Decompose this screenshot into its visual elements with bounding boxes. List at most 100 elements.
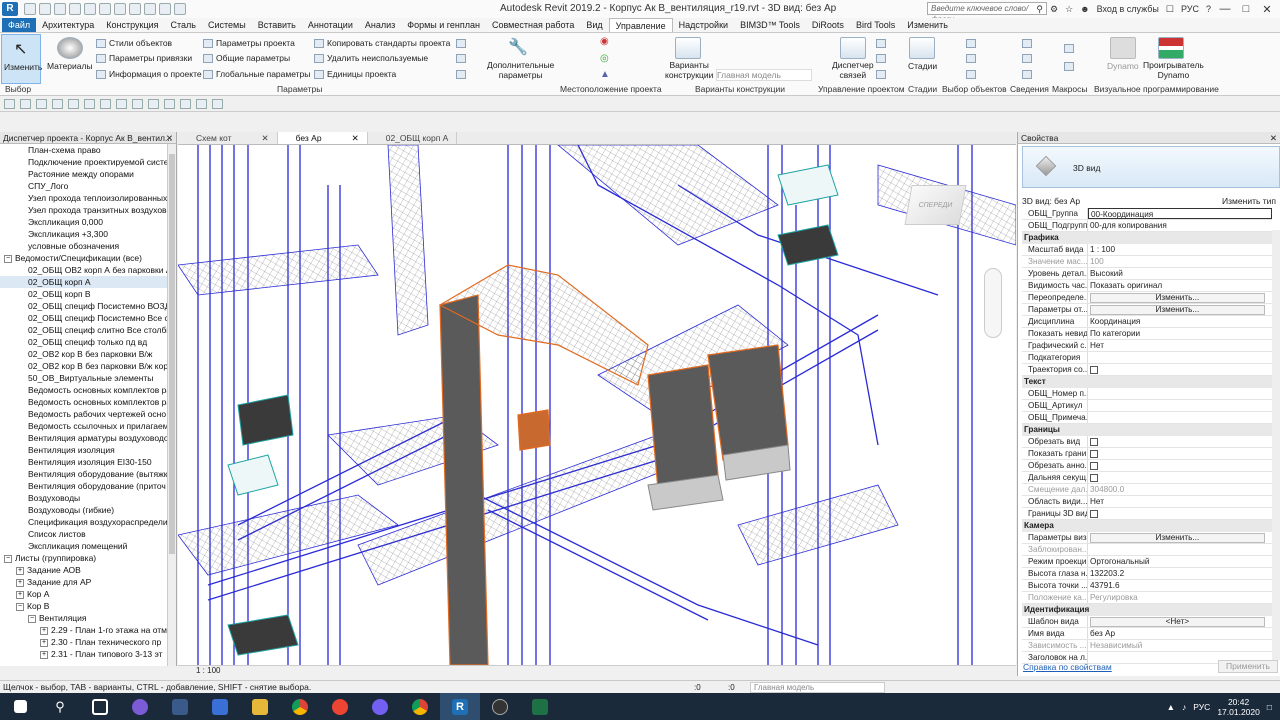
tree-item[interactable]: +2.29 - План 1-го этажа на отм bbox=[0, 624, 168, 636]
property-checkbox[interactable] bbox=[1090, 365, 1098, 374]
design-options-icon[interactable] bbox=[675, 37, 701, 59]
tree-item[interactable]: Воздуховоды (гибкие) bbox=[0, 504, 168, 516]
tree-item[interactable]: 50_ОВ_Виртуальные элементы bbox=[0, 372, 168, 384]
property-value[interactable]: Изменить... bbox=[1088, 304, 1272, 315]
active-model-select[interactable]: Главная модель bbox=[750, 682, 885, 693]
task-view-button[interactable] bbox=[80, 693, 120, 720]
transfer-icon[interactable] bbox=[456, 38, 469, 49]
tree-item[interactable]: условные обозначения bbox=[0, 240, 168, 252]
close-icon[interactable]: ✕ bbox=[1270, 132, 1277, 143]
modify-button[interactable]: ↖ Изменить bbox=[1, 34, 42, 84]
tree-item[interactable]: СПУ_Лого bbox=[0, 180, 168, 192]
params-list-icon[interactable] bbox=[456, 69, 469, 80]
redo-icon[interactable] bbox=[84, 3, 96, 15]
tree-item[interactable]: + Кор А bbox=[0, 588, 168, 600]
subscription-icon[interactable]: ⚙ bbox=[1050, 4, 1058, 15]
close-button[interactable]: ✕ bbox=[1260, 3, 1274, 16]
dynamo-player-icon[interactable] bbox=[1158, 37, 1184, 59]
property-edit-button[interactable]: Изменить... bbox=[1090, 305, 1265, 315]
location-icon[interactable]: ◉ bbox=[600, 36, 609, 47]
tab-massing[interactable]: Формы и генплан bbox=[401, 18, 486, 32]
close-icon[interactable]: ✕ bbox=[166, 132, 173, 143]
star-icon[interactable]: ☆ bbox=[1065, 4, 1073, 15]
tree-item[interactable]: Экспликация 0,000 bbox=[0, 216, 168, 228]
tab-structure[interactable]: Конструкция bbox=[100, 18, 164, 32]
property-value[interactable] bbox=[1088, 460, 1272, 471]
property-value[interactable]: Показать оригинал bbox=[1088, 280, 1272, 291]
property-section[interactable]: Графика bbox=[1022, 232, 1272, 244]
property-value[interactable]: Независимый bbox=[1088, 640, 1272, 651]
tree-item[interactable]: Растояние между опорами bbox=[0, 168, 168, 180]
tree-item[interactable]: 02_ОВ2 кор В без парковки В/ж кор bbox=[0, 360, 168, 372]
taskbar-yandex[interactable] bbox=[320, 693, 360, 720]
tab-birdtools[interactable]: Bird Tools bbox=[850, 18, 901, 32]
dimension-icon[interactable] bbox=[100, 98, 111, 109]
property-value[interactable]: Координация bbox=[1088, 316, 1272, 327]
property-value[interactable] bbox=[1088, 400, 1272, 411]
shared-params-button[interactable]: Общие параметры bbox=[203, 53, 290, 64]
inquiry-icon[interactable] bbox=[1022, 69, 1035, 80]
maximize-button[interactable]: □ bbox=[1239, 3, 1253, 15]
tree-item[interactable]: 02_ОБЩ специф слитно Все столби bbox=[0, 324, 168, 336]
taskbar-chrome-2[interactable] bbox=[400, 693, 440, 720]
property-edit-button[interactable]: Изменить... bbox=[1090, 293, 1265, 303]
ids-of-selection-icon[interactable] bbox=[966, 53, 979, 64]
taskbar-obs[interactable] bbox=[480, 693, 520, 720]
tab-collaborate[interactable]: Совместная работа bbox=[486, 18, 580, 32]
property-value[interactable] bbox=[1088, 364, 1272, 375]
3d-view-icon[interactable] bbox=[144, 3, 156, 15]
tab-architecture[interactable]: Архитектура bbox=[36, 18, 100, 32]
tree-item[interactable]: Узел прохода транзитных воздухово bbox=[0, 204, 168, 216]
tab-insert[interactable]: Вставить bbox=[252, 18, 302, 32]
property-checkbox[interactable] bbox=[1090, 509, 1098, 518]
tree-item[interactable]: 02_ОБЩ специф Посистемно ВОЗДУ bbox=[0, 300, 168, 312]
view-tab-schedule[interactable]: 02_ОБЩ корп А bbox=[368, 132, 458, 144]
cart-icon[interactable]: ☐ bbox=[1166, 4, 1174, 15]
section-icon[interactable] bbox=[159, 3, 171, 15]
properties-help-link[interactable]: Справка по свойствам bbox=[1023, 662, 1112, 672]
tree-item[interactable]: Ведомость основных комплектов ра bbox=[0, 396, 168, 408]
copy-standards-button[interactable]: Копировать стандарты проекта bbox=[314, 38, 450, 49]
tree-item[interactable]: Экспликация помещений bbox=[0, 540, 168, 552]
expand-toggle-icon[interactable]: − bbox=[16, 602, 24, 611]
tab-analyze[interactable]: Анализ bbox=[359, 18, 401, 32]
tree-item[interactable]: Ведомость рабочих чертежей осно bbox=[0, 408, 168, 420]
tree-item[interactable]: 02_ОБЩ специф только пд вд bbox=[0, 336, 168, 348]
expand-toggle-icon[interactable]: + bbox=[16, 590, 24, 599]
section-icon[interactable] bbox=[164, 98, 175, 109]
review-icon[interactable] bbox=[1022, 53, 1035, 64]
object-styles-button[interactable]: Стили объектов bbox=[96, 38, 172, 49]
tree-item[interactable]: +2.31 - План типового 3-13 эт bbox=[0, 648, 168, 660]
decal-icon[interactable] bbox=[876, 69, 889, 80]
select-dropdown[interactable]: Выбор bbox=[5, 84, 31, 94]
tree-item[interactable]: Вентиляция оборудование (вытяжк bbox=[0, 468, 168, 480]
tree-item[interactable]: Вентиляция изоляция EI30-150 bbox=[0, 456, 168, 468]
select-by-id-icon[interactable] bbox=[966, 38, 979, 49]
filter-icon[interactable] bbox=[20, 98, 31, 109]
property-section[interactable]: Текст bbox=[1022, 376, 1272, 388]
taskbar-revit[interactable]: R bbox=[440, 693, 480, 720]
property-value[interactable]: По категории bbox=[1088, 328, 1272, 339]
dynamo-icon[interactable] bbox=[1110, 37, 1136, 59]
property-value[interactable]: без Ар bbox=[1088, 628, 1272, 639]
tree-item[interactable]: + Задание АОВ bbox=[0, 564, 168, 576]
thin-lines-icon[interactable] bbox=[174, 3, 186, 15]
position-icon[interactable]: ▲ bbox=[600, 69, 610, 80]
search-input[interactable]: Введите ключевое слово/фразу bbox=[927, 2, 1047, 24]
user-icon[interactable]: ☻ bbox=[1080, 4, 1089, 14]
tree-item[interactable]: Список листов bbox=[0, 528, 168, 540]
scrollbar-thumb[interactable] bbox=[169, 154, 175, 554]
tree-item[interactable]: Подключение проектируемой систе bbox=[0, 156, 168, 168]
property-value[interactable]: 100 bbox=[1088, 256, 1272, 267]
undo-icon[interactable] bbox=[36, 98, 47, 109]
manage-links-button[interactable]: Диспетчер связей bbox=[832, 60, 874, 80]
tree-item[interactable]: Воздуховоды bbox=[0, 492, 168, 504]
tree-item[interactable]: Ведомость основных комплектов ра bbox=[0, 384, 168, 396]
global-params-button[interactable]: Глобальные параметры bbox=[203, 69, 310, 80]
tag-icon[interactable] bbox=[116, 98, 127, 109]
property-value[interactable]: 00-Координация bbox=[1088, 208, 1272, 219]
warnings-icon[interactable] bbox=[1022, 38, 1035, 49]
instance-selector[interactable]: 3D вид: без Ар Изменить тип bbox=[1022, 195, 1280, 207]
phases-icon[interactable] bbox=[909, 37, 935, 59]
tree-item[interactable]: 02_ОБЩ корп А bbox=[0, 276, 168, 288]
